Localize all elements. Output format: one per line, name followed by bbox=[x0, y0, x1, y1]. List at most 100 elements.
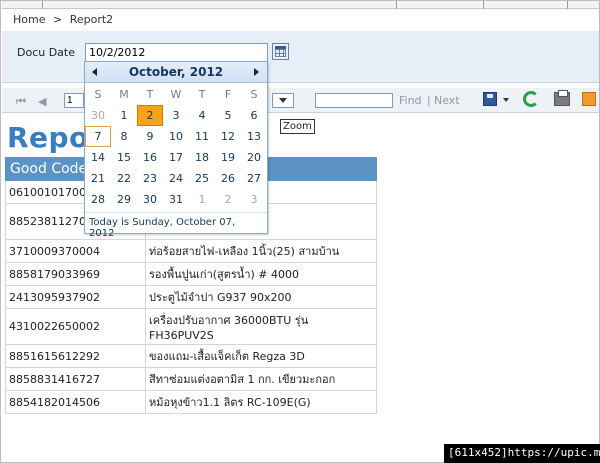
calendar-day[interactable]: 26 bbox=[215, 168, 241, 189]
table-row: 8854182014506 หม้อหุงข้าว1.1 ลิตร RC-109E… bbox=[5, 390, 377, 414]
good-code-cell: 8854182014506 bbox=[5, 390, 146, 414]
calendar-day[interactable]: 3 bbox=[241, 189, 267, 210]
good-code-cell: 8858179033969 bbox=[5, 262, 146, 286]
export-icon[interactable] bbox=[483, 92, 497, 106]
calendar-weekday: F bbox=[224, 88, 232, 101]
previous-page-icon[interactable]: ◀ bbox=[38, 95, 46, 108]
page-number-input[interactable] bbox=[64, 93, 84, 108]
breadcrumb-current: Report2 bbox=[69, 13, 114, 26]
table-row: 3710009370004 ท่อร้อยสายไฟ-เหลือง 1นิ้ว(2… bbox=[5, 239, 377, 263]
calendar-week-row: 30 1 2 3 4 5 6 bbox=[85, 105, 267, 126]
good-code-cell: 3710009370004 bbox=[5, 239, 146, 263]
calendar-weekday: S bbox=[250, 88, 258, 101]
good-code-cell: 2413095937902 bbox=[5, 285, 146, 309]
description-cell: ท่อร้อยสายไฟ-เหลือง 1นิ้ว(25) สามบ้าน bbox=[145, 239, 377, 263]
breadcrumb-separator: > bbox=[52, 13, 63, 26]
calendar-day[interactable]: 1 bbox=[189, 189, 215, 210]
first-page-icon[interactable]: ⏮ bbox=[16, 95, 26, 109]
description-cell: ของแถม-เสื้อแจ็คเก็ต Regza 3D bbox=[145, 344, 377, 368]
calendar-day[interactable]: 1 bbox=[111, 105, 137, 126]
calendar-week-row: 28 29 30 31 1 2 3 bbox=[85, 189, 267, 210]
top-bar-divider bbox=[567, 1, 568, 9]
table-row: 8858831416727 สีทาซ่อมแต่งอตามิส 1 กก. เข… bbox=[5, 367, 377, 391]
feed-icon[interactable] bbox=[582, 92, 596, 106]
calendar-day[interactable]: 28 bbox=[85, 189, 111, 210]
watermark: [611x452]https://upic.me/ bbox=[444, 444, 600, 463]
next-month-icon[interactable] bbox=[254, 68, 259, 76]
calendar-today-text[interactable]: Today is Sunday, October 07, 2012 bbox=[85, 212, 267, 239]
description-cell: ประตูไม้จำปา G937 90x200 bbox=[145, 285, 377, 309]
top-bar-divider bbox=[42, 1, 43, 9]
print-icon[interactable] bbox=[554, 90, 570, 106]
calendar-day[interactable]: 2 bbox=[215, 189, 241, 210]
calendar-weekday: M bbox=[119, 88, 129, 101]
calendar-header: October, 2012 bbox=[85, 62, 267, 83]
docu-date-label: Docu Date bbox=[17, 46, 76, 59]
calendar-weekday: T bbox=[146, 88, 154, 101]
good-code-cell: 8851615612292 bbox=[5, 344, 146, 368]
calendar-day[interactable]: 5 bbox=[215, 105, 241, 126]
calendar-day[interactable]: 29 bbox=[111, 189, 137, 210]
description-cell: รองพื้นปูนเก่า(สูตรน้ำ) # 4000 bbox=[145, 262, 377, 286]
calendar-day[interactable]: 24 bbox=[163, 168, 189, 189]
calendar-day[interactable]: 12 bbox=[215, 126, 241, 147]
calendar-day[interactable]: 27 bbox=[241, 168, 267, 189]
calendar-day-today[interactable]: 7 bbox=[85, 126, 111, 147]
find-input[interactable] bbox=[315, 93, 393, 108]
table-row: 8851615612292 ของแถม-เสื้อแจ็คเก็ต Regza … bbox=[5, 344, 377, 368]
refresh-icon[interactable] bbox=[523, 91, 539, 107]
calendar-day[interactable]: 13 bbox=[241, 126, 267, 147]
calendar-day[interactable]: 6 bbox=[241, 105, 267, 126]
calendar-day[interactable]: 30 bbox=[137, 189, 163, 210]
calendar-icon[interactable] bbox=[272, 43, 289, 60]
calendar-day-selected[interactable]: 2 bbox=[137, 105, 163, 126]
calendar-day[interactable]: 22 bbox=[111, 168, 137, 189]
description-cell: สีทาซ่อมแต่งอตามิส 1 กก. เขียวมะกอก bbox=[145, 367, 377, 391]
breadcrumb: Home > Report2 bbox=[13, 13, 117, 26]
calendar-day[interactable]: 23 bbox=[137, 168, 163, 189]
calendar-day[interactable]: 16 bbox=[137, 147, 163, 168]
description-cell: หม้อหุงข้าว1.1 ลิตร RC-109E(G) bbox=[145, 390, 377, 414]
table-row: 8858179033969 รองพื้นปูนเก่า(สูตรน้ำ) # 4… bbox=[5, 262, 377, 286]
top-bar-divider bbox=[396, 1, 397, 9]
calendar-day[interactable]: 18 bbox=[189, 147, 215, 168]
calendar-weekday: W bbox=[170, 88, 182, 101]
calendar-weekday: T bbox=[198, 88, 206, 101]
calendar-popup: October, 2012 S M T W T F S 30 1 2 3 4 5 6 7 8 9 10 11 12 13… bbox=[84, 61, 268, 239]
good-code-cell: 8858831416727 bbox=[5, 367, 146, 391]
calendar-weekday: S bbox=[94, 88, 102, 101]
find-link[interactable]: Find bbox=[399, 94, 422, 107]
calendar-day[interactable]: 17 bbox=[163, 147, 189, 168]
calendar-day[interactable]: 20 bbox=[241, 147, 267, 168]
calendar-day[interactable]: 14 bbox=[85, 147, 111, 168]
calendar-day[interactable]: 9 bbox=[137, 126, 163, 147]
table-row: 2413095937902 ประตูไม้จำปา G937 90x200 bbox=[5, 285, 377, 309]
calendar-week-row: 14 15 16 17 18 19 20 bbox=[85, 147, 267, 168]
calendar-day[interactable]: 21 bbox=[85, 168, 111, 189]
calendar-weekday-row: SMTWTFS bbox=[85, 84, 267, 105]
window-frame: Home > Report2 Docu Date ⏮ ◀ Find | Next… bbox=[0, 0, 600, 463]
calendar-day[interactable]: 25 bbox=[189, 168, 215, 189]
breadcrumb-home[interactable]: Home bbox=[13, 13, 45, 26]
calendar-day[interactable]: 19 bbox=[215, 147, 241, 168]
description-cell: เครื่องปรับอากาศ 36000BTU รุ่น FH36PUV2S bbox=[145, 308, 377, 345]
calendar-day[interactable]: 3 bbox=[163, 105, 189, 126]
find-separator: | bbox=[427, 94, 431, 107]
zoom-dropdown[interactable] bbox=[272, 93, 294, 108]
calendar-day[interactable]: 8 bbox=[111, 126, 137, 147]
calendar-icon-grid bbox=[275, 49, 286, 57]
next-link[interactable]: Next bbox=[434, 94, 460, 107]
good-code-cell: 4310022650002 bbox=[5, 308, 146, 345]
calendar-month-title: October, 2012 bbox=[128, 65, 224, 79]
docu-date-input[interactable] bbox=[85, 43, 268, 62]
top-bar-divider bbox=[483, 1, 484, 9]
calendar-day[interactable]: 4 bbox=[189, 105, 215, 126]
chevron-down-icon bbox=[279, 98, 287, 103]
export-dropdown-icon[interactable] bbox=[503, 98, 509, 102]
calendar-day[interactable]: 31 bbox=[163, 189, 189, 210]
calendar-day[interactable]: 15 bbox=[111, 147, 137, 168]
calendar-day[interactable]: 10 bbox=[163, 126, 189, 147]
calendar-grid: S M T W T F S 30 1 2 3 4 5 6 7 8 9 10 11 12 13 14 15 16 17 18 19 20… bbox=[85, 84, 267, 210]
calendar-day[interactable]: 30 bbox=[85, 105, 111, 126]
calendar-day[interactable]: 11 bbox=[189, 126, 215, 147]
